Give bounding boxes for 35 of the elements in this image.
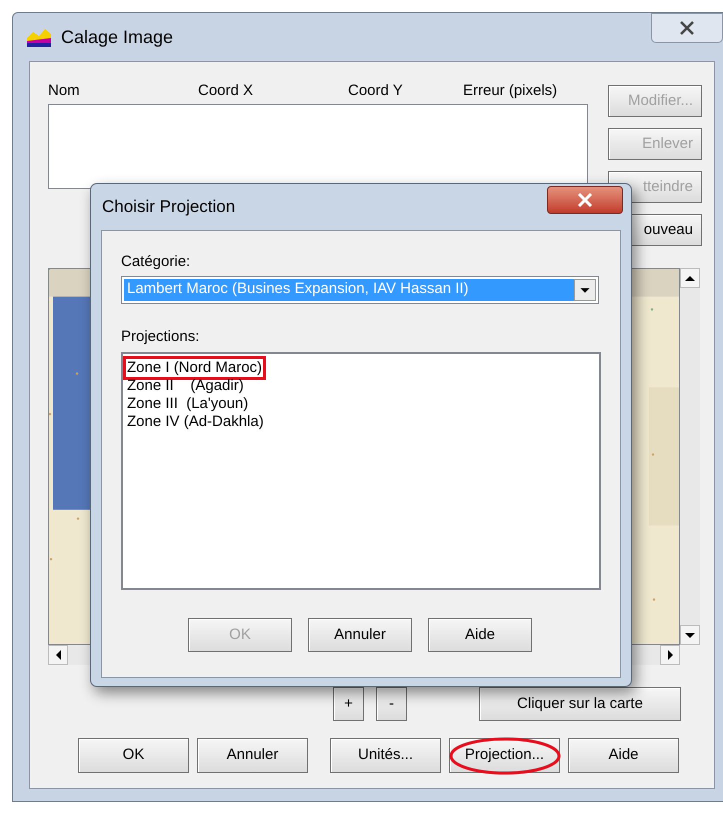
button[interactable]: Annuler — [197, 738, 308, 773]
button[interactable]: + — [333, 687, 364, 721]
scroll-up-button[interactable] — [680, 268, 700, 288]
close-icon — [577, 193, 593, 207]
close-button[interactable] — [547, 186, 623, 214]
column-header: Erreur (pixels) — [463, 81, 558, 101]
list-item[interactable]: Zone II (Agadir) — [126, 377, 245, 395]
annotated-button[interactable]: Projection... — [449, 738, 560, 773]
scroll-left-button[interactable] — [48, 645, 68, 665]
scroll-down-button[interactable] — [680, 625, 700, 645]
button[interactable]: OK — [78, 738, 189, 773]
button[interactable]: - — [376, 687, 407, 721]
list-item[interactable]: Zone IV (Ad-Dakhla) — [126, 413, 265, 431]
column-header: Nom — [48, 81, 81, 101]
down-arrow-icon — [685, 632, 695, 638]
button[interactable]: Unités... — [330, 738, 441, 773]
button[interactable]: Annuler — [308, 618, 412, 652]
button[interactable]: Aide — [428, 618, 532, 652]
field-label: Catégorie: — [121, 252, 192, 272]
dialog-title: Choisir Projection — [102, 196, 236, 218]
close-icon — [679, 21, 695, 35]
column-header: Coord Y — [348, 81, 404, 101]
button[interactable]: Cliquer sur la carte — [479, 687, 681, 721]
field-label: Projections: — [121, 326, 200, 346]
close-button[interactable] — [651, 13, 723, 43]
list-item[interactable]: Zone III (La'youn) — [126, 395, 250, 413]
right-arrow-icon — [668, 650, 672, 660]
window-title: Calage Image — [61, 26, 174, 49]
column-header: Coord X — [198, 81, 254, 101]
list-item[interactable]: Zone I (Nord Maroc) — [126, 359, 264, 377]
app-logo-icon — [25, 26, 53, 48]
scroll-right-button[interactable] — [660, 645, 680, 665]
up-arrow-icon — [685, 276, 695, 280]
left-arrow-icon — [56, 650, 60, 660]
button[interactable]: Aide — [568, 738, 679, 773]
